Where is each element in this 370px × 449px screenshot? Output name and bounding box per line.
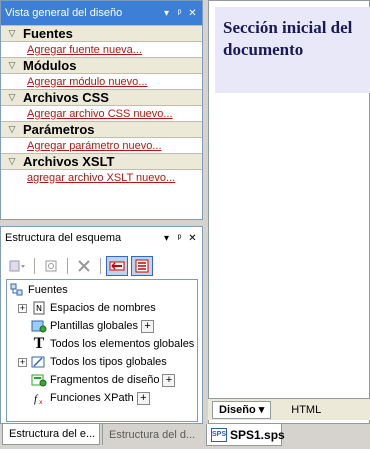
tree-node-label: Todos los tipos globales — [50, 356, 167, 368]
elements-icon — [135, 259, 149, 273]
add-css-link[interactable]: Agregar archivo CSS nuevo... — [1, 106, 202, 121]
sps-file-icon: SPS — [211, 427, 227, 442]
dropdown-arrow-icon[interactable]: ▾ — [161, 233, 172, 244]
tab-schema-tree[interactable]: Estructura del e... — [2, 424, 100, 445]
pin-icon[interactable]: ᵖ — [174, 233, 185, 244]
tree-node-label: Espacios de nombres — [50, 302, 156, 314]
toggle-attributes-button[interactable] — [106, 256, 128, 276]
namespace-icon: N — [31, 300, 47, 316]
link-text[interactable]: Agregar fuente nueva... — [27, 44, 202, 56]
toolbar-separator — [100, 258, 101, 274]
add-parameter-link[interactable]: Agregar parámetro nuevo... — [1, 138, 202, 153]
refresh-button[interactable] — [40, 256, 62, 276]
schema-tree-titlebar[interactable]: Estructura del esquema ▾ ᵖ ✕ — [1, 227, 202, 249]
add-design-fragment-button[interactable]: + — [162, 373, 176, 387]
tree-node-label: Fragmentos de diseño — [50, 374, 160, 386]
toolbar-separator — [67, 258, 68, 274]
refresh-icon — [45, 260, 57, 272]
collapse-triangle-icon[interactable]: ▽ — [1, 28, 23, 39]
link-text[interactable]: Agregar módulo nuevo... — [27, 76, 202, 88]
collapse-triangle-icon[interactable]: ▽ — [1, 60, 23, 71]
file-tab-label: SPS1.sps — [230, 427, 285, 442]
section-label: Archivos CSS — [23, 90, 109, 105]
schema-tree-panel: Estructura del esquema ▾ ᵖ ✕ Fuentes + N… — [0, 226, 203, 424]
expand-icon[interactable]: + — [18, 357, 27, 367]
view-tabs-bar: Diseño ▾ HTML — [208, 398, 370, 420]
design-overview-titlebar[interactable]: Vista general del diseño ▾ ᵖ ✕ — [1, 1, 202, 25]
dropdown-arrow-icon[interactable]: ▾ — [161, 8, 172, 19]
section-label: Parámetros — [23, 122, 95, 137]
text-element-icon: T — [33, 335, 45, 352]
global-templates-icon — [31, 318, 47, 334]
toolbar-separator — [34, 258, 35, 274]
tree-node-global-types[interactable]: + Todos los tipos globales — [18, 353, 167, 371]
svg-text:x: x — [39, 399, 43, 405]
close-icon[interactable]: ✕ — [187, 233, 198, 244]
pin-icon[interactable]: ᵖ — [174, 8, 185, 19]
toggle-elements-button[interactable] — [131, 256, 153, 276]
document-header-line-2: documento — [223, 40, 304, 59]
section-parameters-header[interactable]: ▽ Parámetros — [1, 121, 202, 138]
tree-node-sources[interactable]: Fuentes — [9, 281, 68, 299]
design-overview-panel: Vista general del diseño ▾ ᵖ ✕ ▽ Fuentes… — [0, 0, 203, 220]
add-source-link[interactable]: Agregar fuente nueva... — [1, 42, 202, 57]
svg-text:N: N — [36, 304, 42, 313]
tab-design[interactable]: Diseño ▾ — [212, 400, 272, 419]
section-sources-header[interactable]: ▽ Fuentes — [1, 25, 202, 42]
add-module-link[interactable]: Agregar módulo nuevo... — [1, 74, 202, 89]
delete-x-icon — [78, 260, 90, 272]
tree-node-label: Fuentes — [28, 284, 68, 296]
add-xslt-link[interactable]: agregar archivo XSLT nuevo... — [1, 170, 202, 185]
section-modules-header[interactable]: ▽ Módulos — [1, 57, 202, 74]
link-text[interactable]: Agregar archivo CSS nuevo... — [27, 108, 202, 120]
design-overview-title: Vista general del diseño — [5, 7, 123, 19]
design-fragments-icon — [31, 372, 47, 388]
tree-node-design-fragments[interactable]: Fragmentos de diseño + — [31, 371, 176, 389]
close-icon[interactable]: ✕ — [187, 8, 198, 19]
collapse-triangle-icon[interactable]: ▽ — [1, 124, 23, 135]
sources-tree-icon — [9, 282, 25, 298]
add-schema-button[interactable] — [7, 256, 29, 276]
document-header[interactable]: Sección inicial del documento — [215, 7, 370, 93]
tree-node-global-templates[interactable]: Plantillas globales + — [31, 317, 155, 335]
xpath-function-icon: f x — [31, 390, 47, 406]
tree-node-xpath-functions[interactable]: f x Funciones XPath + — [31, 389, 150, 407]
document-header-line-1: Sección inicial del — [223, 18, 353, 37]
schema-tree: Fuentes + N Espacios de nombres Plantill… — [6, 279, 198, 422]
tab-html[interactable]: HTML — [285, 401, 327, 419]
section-label: Fuentes — [23, 26, 73, 41]
add-global-template-button[interactable]: + — [141, 319, 155, 333]
link-text[interactable]: Agregar parámetro nuevo... — [27, 140, 202, 152]
collapse-triangle-icon[interactable]: ▽ — [1, 92, 23, 103]
schema-toolbar — [7, 255, 197, 277]
tab-design-tree[interactable]: Estructura del d... — [102, 424, 203, 445]
section-label: Módulos — [23, 58, 77, 73]
attributes-icon — [109, 261, 125, 271]
document-design-view[interactable]: Sección inicial del documento — [208, 0, 370, 424]
delete-button[interactable] — [73, 256, 95, 276]
section-xslt-header[interactable]: ▽ Archivos XSLT — [1, 153, 202, 170]
tree-node-namespaces[interactable]: + N Espacios de nombres — [18, 299, 156, 317]
file-tab-sps1[interactable]: SPS SPS1.sps — [206, 424, 285, 446]
tree-node-label: Funciones XPath — [50, 392, 134, 404]
link-text[interactable]: agregar archivo XSLT nuevo... — [27, 172, 202, 184]
add-xpath-function-button[interactable]: + — [136, 391, 150, 405]
add-schema-icon — [9, 260, 25, 272]
global-types-icon — [31, 354, 47, 370]
section-css-header[interactable]: ▽ Archivos CSS — [1, 89, 202, 106]
tree-node-label: Plantillas globales — [50, 320, 139, 332]
schema-tree-title: Estructura del esquema — [5, 232, 122, 244]
collapse-triangle-icon[interactable]: ▽ — [1, 156, 23, 167]
tree-node-label: Todos los elementos globales — [50, 338, 195, 350]
tree-node-global-elements[interactable]: T Todos los elementos globales — [31, 335, 195, 353]
section-label: Archivos XSLT — [23, 154, 115, 169]
expand-icon[interactable]: + — [18, 303, 27, 313]
